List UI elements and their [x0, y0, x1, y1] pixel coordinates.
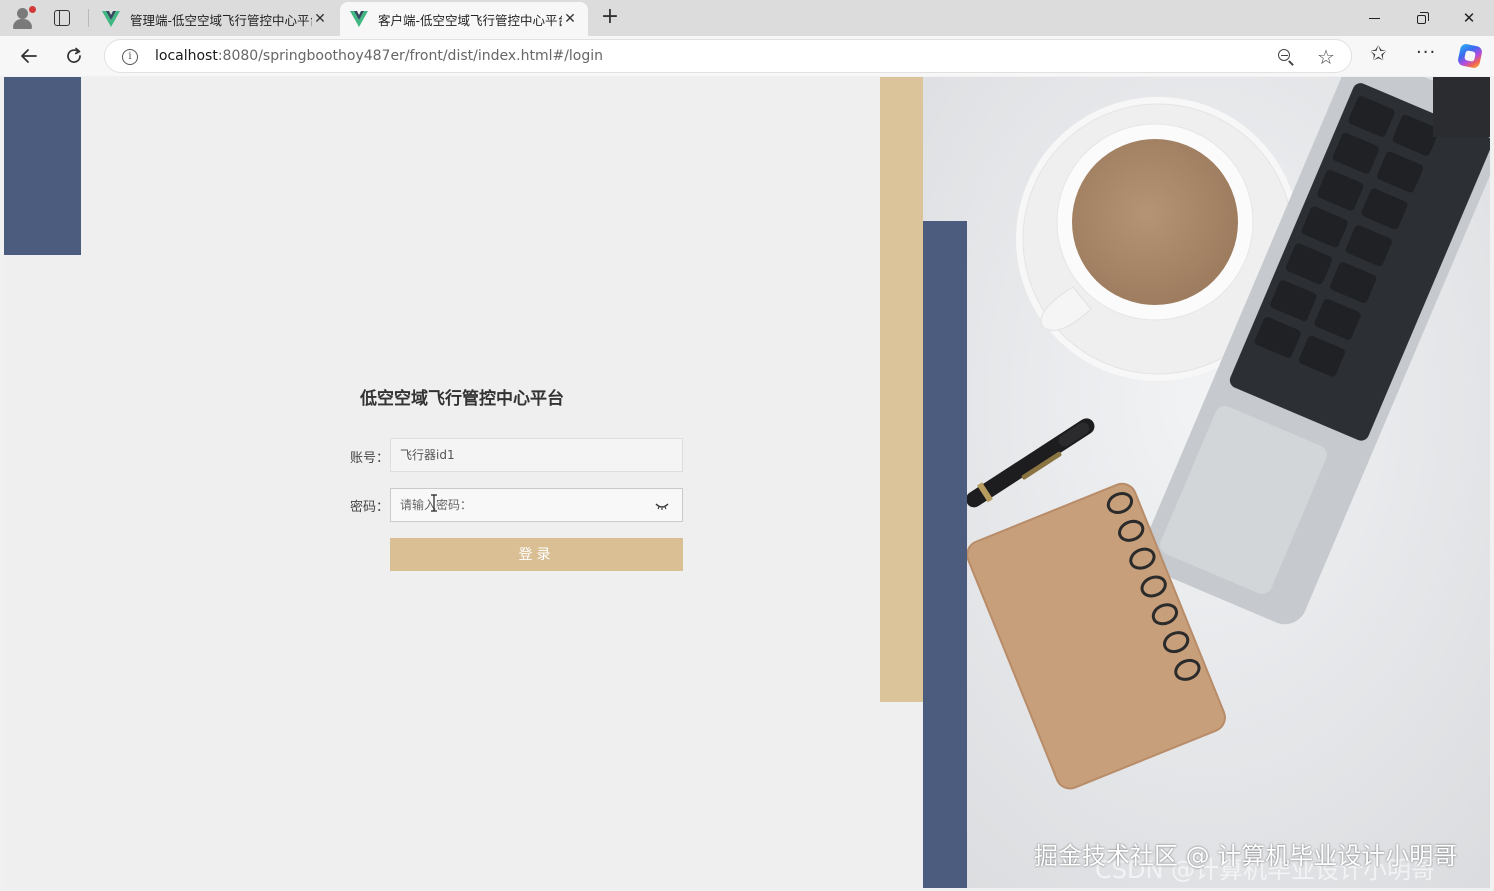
vue-logo-icon: [102, 11, 120, 27]
more-icon[interactable]: ···: [1416, 42, 1436, 63]
browser-tab-admin[interactable]: 管理端-低空空域飞行管控中心平台 ✕: [92, 2, 338, 36]
text-cursor-icon: [431, 494, 437, 512]
reload-icon: [67, 47, 81, 63]
favorites-icon[interactable]: ✩: [1370, 41, 1387, 65]
password-label: 密码：: [350, 500, 390, 515]
login-title: 低空空域飞行管控中心平台: [360, 389, 564, 409]
login-page: 低空空域飞行管控中心平台 账号： 飞行器id1 密码： 请输入密码： 登录: [4, 77, 1490, 888]
browser-tab-client[interactable]: 客户端-低空空域飞行管控中心平台 ✕: [340, 2, 588, 36]
decor-block-navy-top: [4, 77, 81, 255]
reload-button[interactable]: [62, 44, 86, 68]
desk-illustration: [923, 77, 1490, 888]
tab-close-icon[interactable]: ✕: [562, 11, 578, 27]
decor-block-tan: [880, 77, 924, 702]
close-window-button[interactable]: ✕: [1455, 6, 1483, 30]
decor-block-navy-right: [923, 221, 967, 888]
username-label: 账号：: [350, 451, 390, 466]
tab-close-icon[interactable]: ✕: [312, 11, 328, 27]
arrow-left-icon: [21, 49, 37, 63]
username-input[interactable]: 飞行器id1: [390, 438, 683, 472]
browser-tab-bar: 管理端-低空空域飞行管控中心平台 ✕ 客户端-低空空域飞行管控中心平台 ✕ + …: [0, 0, 1494, 36]
desk-photo: [923, 77, 1490, 888]
url-text[interactable]: localhost:8080/springboothoy487er/front/…: [155, 48, 603, 64]
zoom-out-icon[interactable]: [1277, 48, 1295, 66]
new-tab-button[interactable]: +: [598, 5, 622, 29]
profile-icon[interactable]: [10, 6, 36, 30]
star-icon[interactable]: ☆: [1317, 45, 1335, 69]
minimize-button[interactable]: [1361, 6, 1389, 30]
vue-logo-icon: [350, 11, 368, 27]
tab-title: 管理端-低空空域飞行管控中心平台: [130, 12, 312, 28]
back-button[interactable]: [17, 44, 41, 68]
browser-toolbar: i localhost:8080/springboothoy487er/fron…: [0, 36, 1494, 76]
info-icon[interactable]: i: [122, 49, 138, 65]
tab-title: 客户端-低空空域飞行管控中心平台: [378, 12, 562, 28]
restore-button[interactable]: [1408, 6, 1436, 30]
tab-actions-icon[interactable]: [52, 8, 72, 28]
tab-separator: [88, 9, 89, 27]
address-bar[interactable]: i localhost:8080/springboothoy487er/fron…: [104, 39, 1352, 73]
eye-closed-icon[interactable]: [655, 501, 669, 511]
login-button[interactable]: 登录: [390, 538, 683, 571]
watermark-juejin: 掘金技术社区 @ 计算机毕业设计小明哥: [1034, 842, 1458, 870]
